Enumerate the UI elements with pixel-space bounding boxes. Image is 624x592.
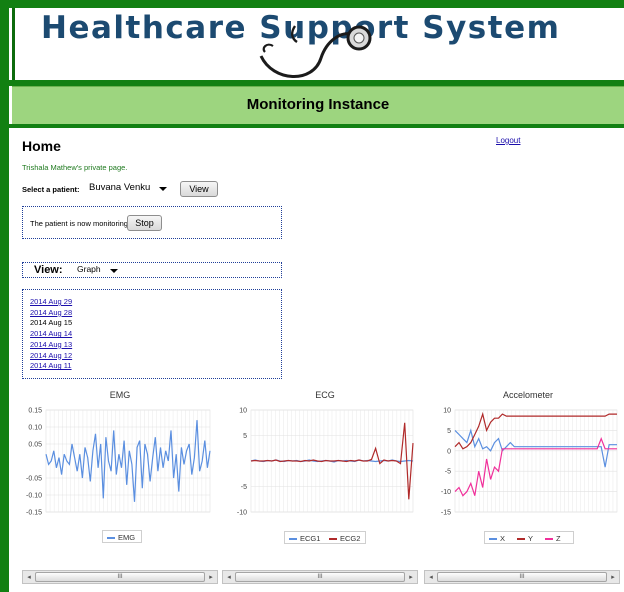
date-item[interactable]: 2014 Aug 28 — [30, 308, 72, 319]
page-title: Home — [22, 138, 61, 154]
emg-scrollbar[interactable]: ◂ III ▸ — [22, 570, 218, 584]
legend-swatch — [545, 538, 553, 541]
emg-legend: EMG — [102, 530, 142, 543]
view-button[interactable]: View — [180, 181, 218, 197]
view-mode-value: Graph — [77, 264, 101, 274]
legend-item-emg: EMG — [107, 533, 135, 542]
scroll-left-icon[interactable]: ◂ — [25, 573, 33, 581]
legend-item-z: Z — [545, 534, 561, 543]
legend-label: Z — [556, 534, 561, 543]
scroll-right-icon[interactable]: ▸ — [609, 573, 617, 581]
ecg-legend: ECG1 ECG2 — [284, 531, 366, 544]
emg-chart-title: EMG — [109, 390, 131, 400]
date-item[interactable]: 2014 Aug 12 — [30, 351, 72, 362]
scroll-thumb[interactable]: III — [35, 572, 205, 582]
ecg-scrollbar[interactable]: ◂ III ▸ — [222, 570, 418, 584]
date-item[interactable]: 2014 Aug 14 — [30, 329, 72, 340]
legend-swatch — [289, 538, 297, 541]
frame-top — [0, 0, 624, 8]
stethoscope-logo-icon — [259, 25, 372, 78]
scroll-left-icon[interactable]: ◂ — [225, 573, 233, 581]
ecg-chart-title: ECG — [315, 390, 335, 400]
legend-label: EMG — [118, 533, 136, 542]
app-header: Healthcare Support System — [12, 8, 624, 80]
accelometer-chart-title: Accelometer — [502, 390, 554, 400]
chevron-down-icon — [110, 269, 118, 273]
accelometer-legend: X Y Z — [484, 531, 574, 544]
scroll-left-icon[interactable]: ◂ — [427, 573, 435, 581]
scroll-thumb[interactable]: III — [235, 572, 405, 582]
legend-item-y: Y — [517, 534, 533, 543]
date-item[interactable]: 2014 Aug 29 — [30, 297, 72, 308]
legend-swatch — [107, 537, 115, 540]
legend-item-ecg1: ECG1 — [289, 534, 320, 543]
frame-left — [0, 0, 9, 592]
view-mode-label: View: — [34, 264, 63, 276]
banner-title: Monitoring Instance — [246, 96, 390, 113]
logout-link[interactable]: Logout — [496, 136, 520, 145]
view-mode-select[interactable]: Graph — [74, 263, 122, 277]
stop-button[interactable]: Stop — [127, 215, 162, 231]
legend-item-x: X — [489, 534, 505, 543]
scroll-right-icon[interactable]: ▸ — [207, 573, 215, 581]
monitoring-status: The patient is now monitoring — [30, 219, 128, 228]
legend-swatch — [329, 538, 337, 541]
legend-label: X — [500, 534, 506, 543]
date-item: 2014 Aug 15 — [30, 318, 73, 328]
legend-label: ECG1 — [300, 534, 321, 543]
scroll-thumb[interactable]: III — [437, 572, 607, 582]
patient-select-label: Select a patient: — [22, 185, 80, 194]
date-item[interactable]: 2014 Aug 13 — [30, 340, 72, 351]
legend-item-ecg2: ECG2 — [329, 534, 360, 543]
legend-label: Y — [528, 534, 534, 543]
chevron-down-icon — [159, 187, 167, 191]
legend-swatch — [517, 538, 525, 541]
date-item[interactable]: 2014 Aug 11 — [30, 361, 72, 372]
private-page-note: Trishala Mathew's private page. — [22, 163, 128, 172]
legend-label: ECG2 — [340, 534, 361, 543]
accelometer-scrollbar[interactable]: ◂ III ▸ — [424, 570, 620, 584]
date-list: 2014 Aug 29 2014 Aug 28 2014 Aug 15 2014 Au… — [30, 297, 72, 372]
patient-select[interactable]: Buvana Venku — [85, 180, 171, 196]
patient-select-value: Buvana Venku — [89, 182, 151, 193]
scroll-right-icon[interactable]: ▸ — [407, 573, 415, 581]
legend-swatch — [489, 538, 497, 541]
section-banner: Monitoring Instance — [12, 86, 624, 125]
